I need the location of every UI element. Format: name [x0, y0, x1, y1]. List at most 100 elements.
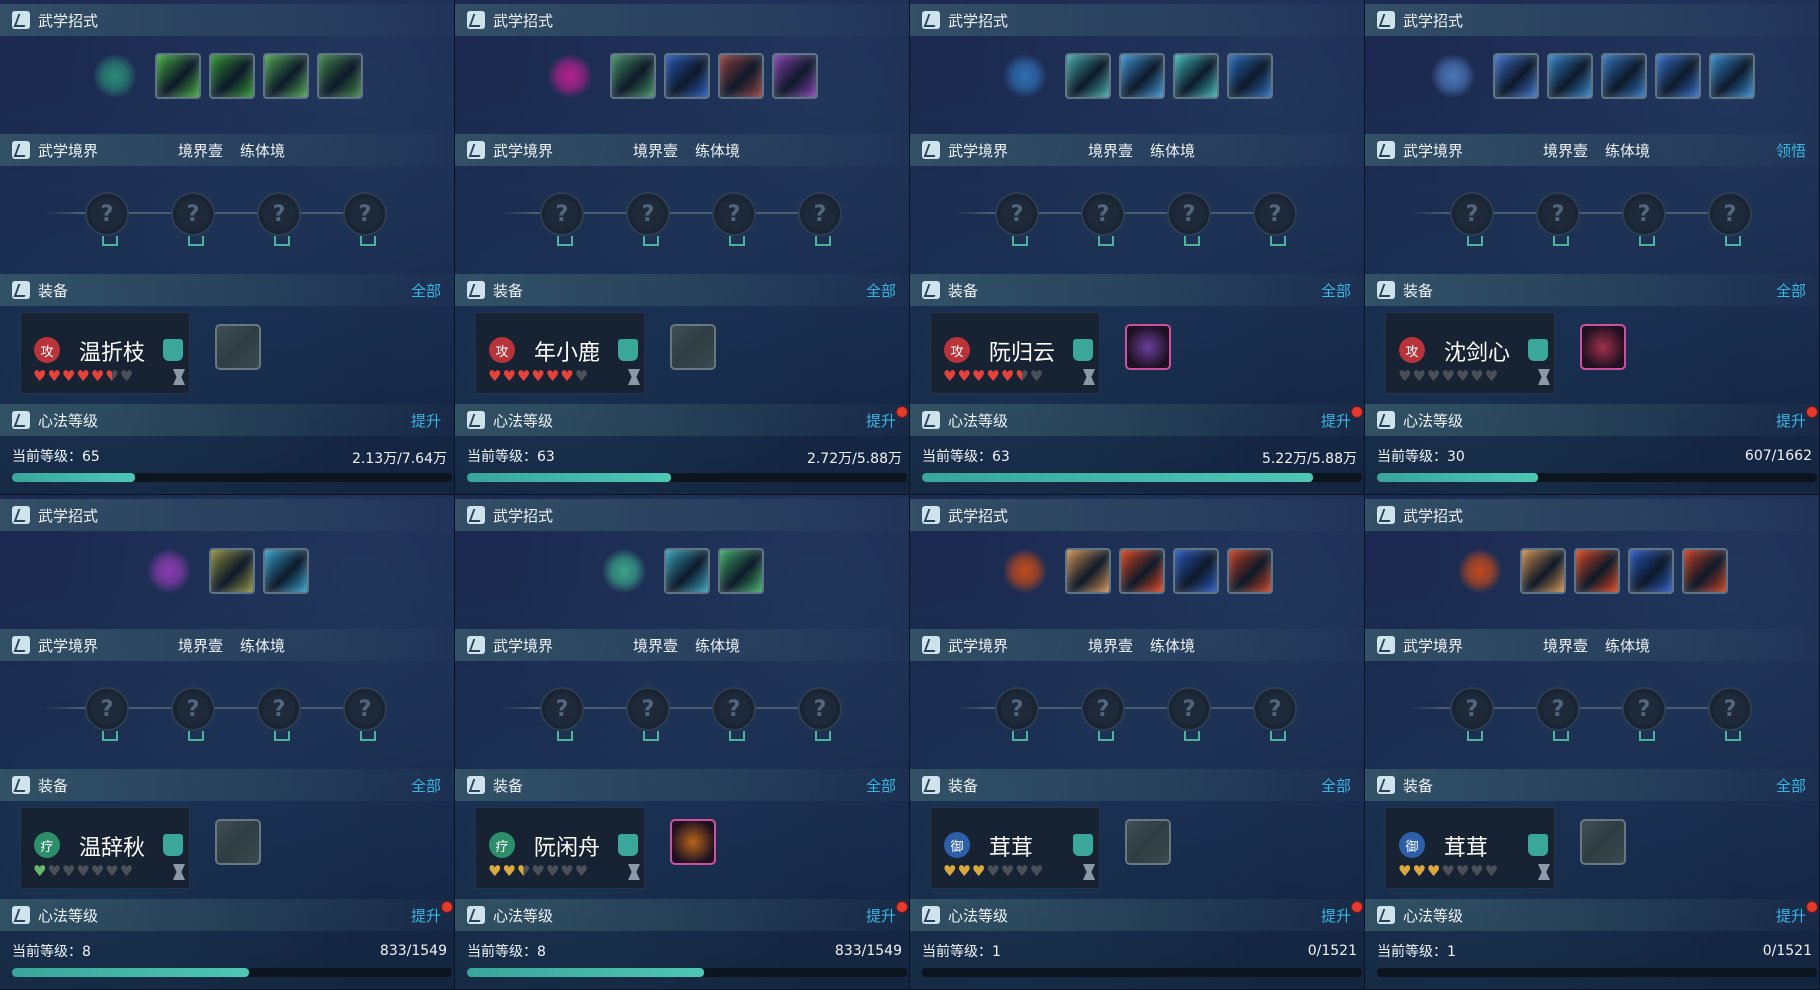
locked-realm-node-icon[interactable]: ?	[257, 192, 301, 246]
equipped-item-icon[interactable]	[1125, 324, 1171, 370]
skill-icon[interactable]	[1627, 548, 1674, 594]
character-panel[interactable]: 攻沈剑心 ♥♥♥♥♥♥♥	[1385, 312, 1555, 394]
skill-icon[interactable]	[1226, 53, 1273, 99]
character-panel[interactable]: 攻温折枝 ♥♥♥♥♥♥♥	[20, 312, 190, 394]
locked-realm-node-icon[interactable]: ?	[540, 687, 584, 741]
empty-equip-slot[interactable]	[1580, 819, 1626, 865]
skill-icon[interactable]	[1172, 548, 1219, 594]
equip-all-link[interactable]: 全部	[1776, 280, 1806, 301]
character-panel[interactable]: 疗温辞秋 ♥♥♥♥♥♥♥	[20, 807, 190, 889]
skill-icon[interactable]	[771, 53, 818, 99]
skill-icon[interactable]	[208, 548, 255, 594]
skill-icon[interactable]	[208, 53, 255, 99]
skill-icon[interactable]	[1546, 53, 1593, 99]
skill-icon[interactable]	[1519, 548, 1566, 594]
locked-realm-node-icon[interactable]: ?	[1253, 687, 1297, 741]
skill-icon[interactable]	[663, 53, 710, 99]
upgrade-link[interactable]: 提升	[866, 410, 896, 431]
empty-equip-slot[interactable]	[670, 324, 716, 370]
equipped-item-icon[interactable]	[1580, 324, 1626, 370]
main-skill-icon[interactable]	[547, 54, 592, 98]
locked-realm-node-icon[interactable]: ?	[712, 192, 756, 246]
empty-equip-slot[interactable]	[1125, 819, 1171, 865]
skill-icon[interactable]	[663, 548, 710, 594]
locked-realm-node-icon[interactable]: ?	[995, 192, 1039, 246]
main-skill-icon[interactable]	[92, 54, 137, 98]
equip-all-link[interactable]: 全部	[866, 775, 896, 796]
upgrade-link[interactable]: 提升	[866, 905, 896, 926]
locked-realm-node-icon[interactable]: ?	[1450, 687, 1494, 741]
locked-realm-node-icon[interactable]: ?	[626, 192, 670, 246]
skill-icon[interactable]	[1600, 53, 1647, 99]
character-panel[interactable]: 攻年小鹿 ♥♥♥♥♥♥♥	[475, 312, 645, 394]
character-panel[interactable]: 御茸茸 ♥♥♥♥♥♥♥	[930, 807, 1100, 889]
equip-all-link[interactable]: 全部	[1321, 280, 1351, 301]
locked-realm-node-icon[interactable]: ?	[1708, 687, 1752, 741]
skill-icon[interactable]	[1226, 548, 1273, 594]
skill-icon[interactable]	[154, 53, 201, 99]
skill-icon[interactable]	[609, 53, 656, 99]
locked-realm-node-icon[interactable]: ?	[798, 687, 842, 741]
main-skill-icon[interactable]	[1002, 549, 1047, 593]
skill-icon[interactable]	[1681, 548, 1728, 594]
skill-icon[interactable]	[1573, 548, 1620, 594]
empty-equip-slot[interactable]	[215, 324, 261, 370]
locked-realm-node-icon[interactable]: ?	[1450, 192, 1494, 246]
locked-realm-node-icon[interactable]: ?	[995, 687, 1039, 741]
locked-realm-node-icon[interactable]: ?	[343, 687, 387, 741]
upgrade-link[interactable]: 提升	[411, 905, 441, 926]
main-skill-icon[interactable]	[1430, 54, 1475, 98]
main-skill-icon[interactable]	[1457, 549, 1502, 593]
realm-comprehend-link[interactable]: 领悟	[1776, 140, 1806, 161]
locked-realm-node-icon[interactable]: ?	[171, 687, 215, 741]
locked-realm-node-icon[interactable]: ?	[343, 192, 387, 246]
locked-realm-node-icon[interactable]: ?	[1081, 192, 1125, 246]
main-skill-icon[interactable]	[146, 549, 191, 593]
skill-icon[interactable]	[262, 53, 309, 99]
character-panel[interactable]: 疗阮闲舟 ♥♥♥♥♥♥♥	[475, 807, 645, 889]
skill-icon[interactable]	[1118, 548, 1165, 594]
empty-equip-slot[interactable]	[215, 819, 261, 865]
locked-realm-node-icon[interactable]: ?	[257, 687, 301, 741]
character-panel[interactable]: 御茸茸 ♥♥♥♥♥♥♥	[1385, 807, 1555, 889]
skill-icon[interactable]	[316, 53, 363, 99]
skill-icon[interactable]	[1064, 548, 1111, 594]
locked-realm-node-icon[interactable]: ?	[1622, 687, 1666, 741]
skill-icon[interactable]	[1708, 53, 1755, 99]
locked-realm-node-icon[interactable]: ?	[626, 687, 670, 741]
equip-all-link[interactable]: 全部	[411, 775, 441, 796]
skill-icon[interactable]	[262, 548, 309, 594]
locked-realm-node-icon[interactable]: ?	[1081, 687, 1125, 741]
locked-realm-node-icon[interactable]: ?	[1536, 192, 1580, 246]
skill-icon[interactable]	[1654, 53, 1701, 99]
locked-realm-node-icon[interactable]: ?	[798, 192, 842, 246]
locked-realm-node-icon[interactable]: ?	[85, 687, 129, 741]
locked-realm-node-icon[interactable]: ?	[1622, 192, 1666, 246]
locked-realm-node-icon[interactable]: ?	[1708, 192, 1752, 246]
upgrade-link[interactable]: 提升	[1776, 905, 1806, 926]
upgrade-link[interactable]: 提升	[411, 410, 441, 431]
upgrade-link[interactable]: 提升	[1321, 410, 1351, 431]
locked-realm-node-icon[interactable]: ?	[1536, 687, 1580, 741]
equip-all-link[interactable]: 全部	[411, 280, 441, 301]
skill-icon[interactable]	[717, 548, 764, 594]
equip-all-link[interactable]: 全部	[1776, 775, 1806, 796]
equipped-item-icon[interactable]	[670, 819, 716, 865]
locked-realm-node-icon[interactable]: ?	[85, 192, 129, 246]
upgrade-link[interactable]: 提升	[1776, 410, 1806, 431]
equip-all-link[interactable]: 全部	[1321, 775, 1351, 796]
skill-icon[interactable]	[1118, 53, 1165, 99]
main-skill-icon[interactable]	[601, 549, 646, 593]
character-panel[interactable]: 攻阮归云 ♥♥♥♥♥♥♥	[930, 312, 1100, 394]
locked-realm-node-icon[interactable]: ?	[171, 192, 215, 246]
locked-realm-node-icon[interactable]: ?	[1253, 192, 1297, 246]
equip-all-link[interactable]: 全部	[866, 280, 896, 301]
locked-realm-node-icon[interactable]: ?	[1167, 192, 1211, 246]
upgrade-link[interactable]: 提升	[1321, 905, 1351, 926]
skill-icon[interactable]	[1492, 53, 1539, 99]
locked-realm-node-icon[interactable]: ?	[540, 192, 584, 246]
locked-realm-node-icon[interactable]: ?	[712, 687, 756, 741]
skill-icon[interactable]	[1172, 53, 1219, 99]
skill-icon[interactable]	[717, 53, 764, 99]
skill-icon[interactable]	[1064, 53, 1111, 99]
